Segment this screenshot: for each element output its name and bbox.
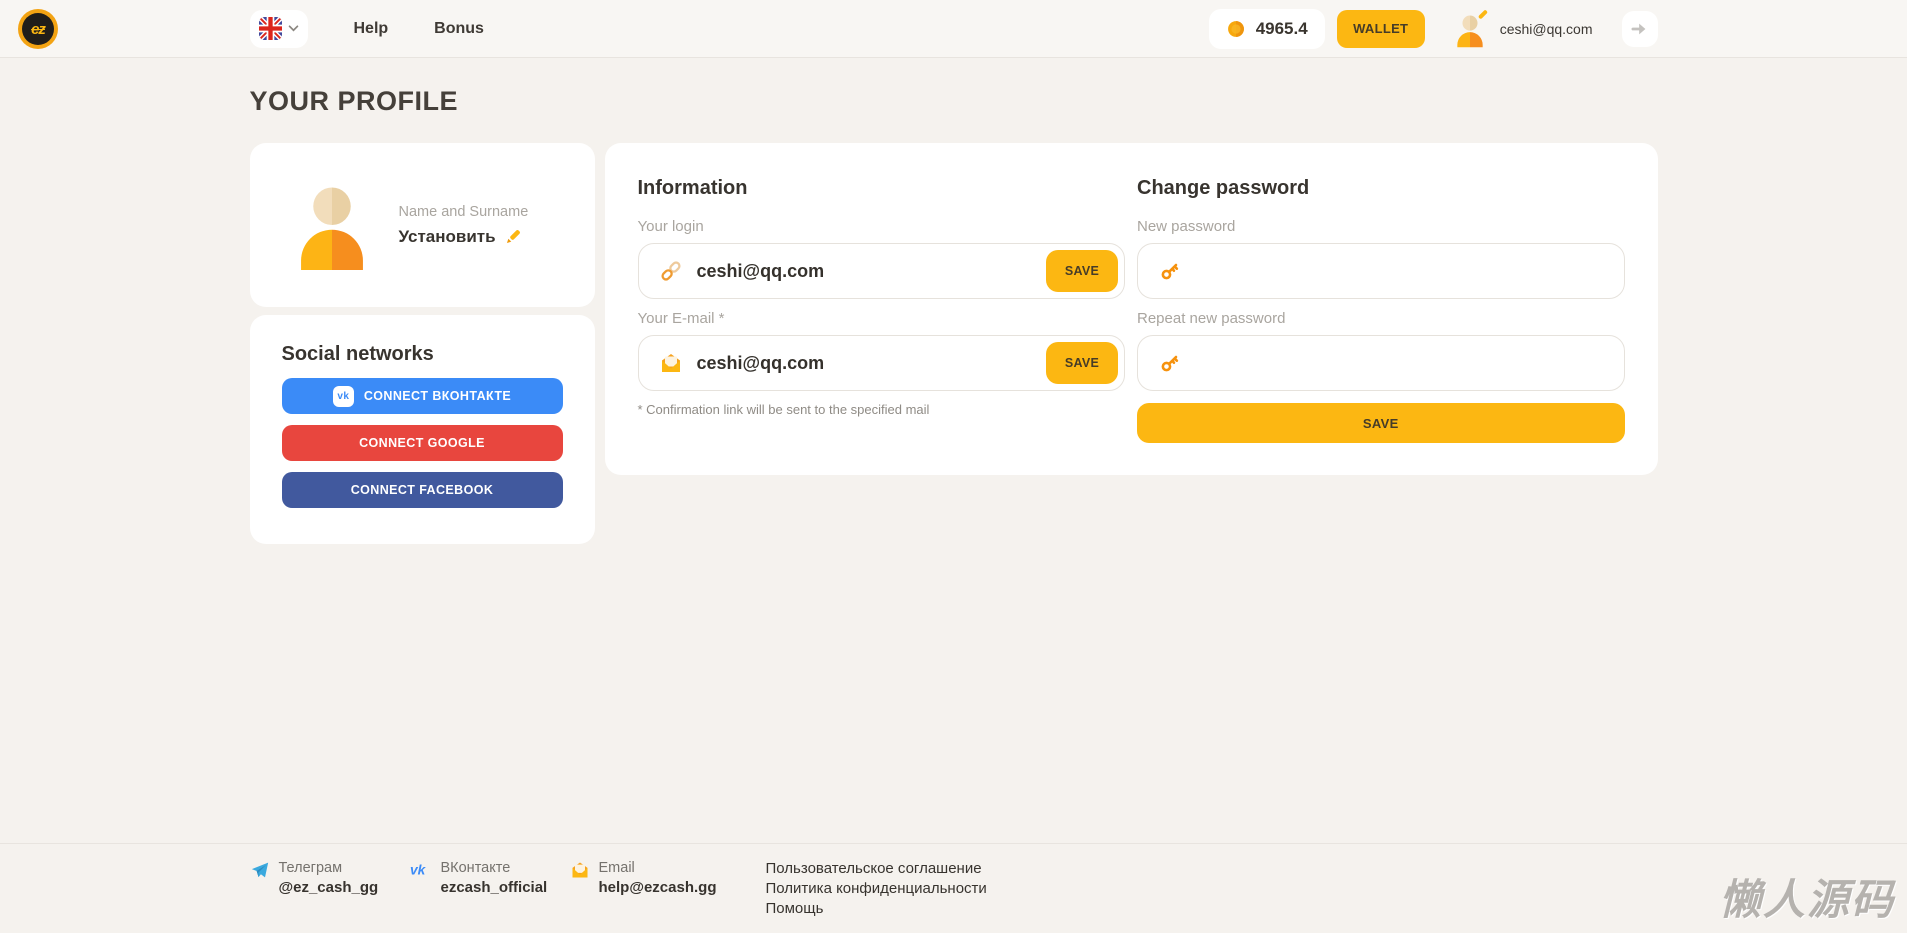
- password-save-button[interactable]: SAVE: [1137, 403, 1625, 443]
- language-selector[interactable]: [250, 10, 308, 48]
- login-input[interactable]: ceshi@qq.com SAVE: [638, 243, 1126, 299]
- link-icon: [659, 259, 683, 283]
- profile-avatar-icon: [287, 180, 377, 270]
- balance-value: 4965.4: [1256, 19, 1308, 39]
- telegram-handle[interactable]: @ez_cash_gg: [279, 879, 379, 896]
- chevron-down-icon: [288, 25, 299, 32]
- user-email: ceshi@qq.com: [1500, 21, 1593, 37]
- connect-google-button[interactable]: CONNECT GOOGLE: [282, 425, 563, 461]
- wallet-button[interactable]: WALLET: [1337, 10, 1425, 48]
- change-password-title: Change password: [1137, 177, 1625, 200]
- social-networks-card: Social networks vk CONNECT ВКОНТАКТЕ CON…: [250, 315, 595, 544]
- confirmation-note: * Confirmation link will be sent to the …: [638, 402, 1126, 417]
- set-name-link[interactable]: Установить: [399, 227, 496, 247]
- logo[interactable]: ez: [18, 9, 58, 49]
- email-value: ceshi@qq.com: [697, 353, 825, 374]
- change-password-section: Change password New password Repeat new …: [1137, 177, 1625, 475]
- information-title: Information: [638, 177, 1126, 200]
- link-user-agreement[interactable]: Пользовательское соглашение: [766, 860, 987, 877]
- email-save-button[interactable]: SAVE: [1046, 342, 1118, 384]
- login-label: Your login: [638, 218, 1126, 235]
- watermark: 懒人源码: [1719, 866, 1895, 927]
- vk-icon: vk: [410, 860, 432, 880]
- app: ez Help Bonu: [0, 0, 1907, 933]
- telegram-label: Телеграм: [279, 860, 379, 876]
- email-label: Email: [599, 860, 717, 876]
- login-save-button[interactable]: SAVE: [1046, 250, 1118, 292]
- vk-icon: vk: [333, 386, 354, 407]
- information-section: Information Your login ceshi@qq.com SAVE…: [638, 177, 1126, 475]
- connect-vkontakte-button[interactable]: vk CONNECT ВКОНТАКТЕ: [282, 378, 563, 414]
- new-password-label: New password: [1137, 218, 1625, 235]
- telegram-icon: [250, 860, 270, 880]
- settings-card: Information Your login ceshi@qq.com SAVE…: [605, 143, 1658, 475]
- nav-bonus[interactable]: Bonus: [434, 20, 484, 38]
- repeat-password-label: Repeat new password: [1137, 310, 1625, 327]
- social-title: Social networks: [282, 343, 563, 366]
- footer-email[interactable]: Email help@ezcash.gg: [570, 860, 748, 917]
- vk-label: ВКонтакте: [441, 860, 548, 876]
- link-help[interactable]: Помощь: [766, 900, 987, 917]
- logo-text: ez: [31, 21, 45, 38]
- logout-arrow-icon: [1630, 19, 1650, 39]
- edit-pencil-icon[interactable]: [504, 228, 522, 246]
- email-icon: [570, 860, 590, 880]
- login-value: ceshi@qq.com: [697, 261, 825, 282]
- logo-icon: ez: [22, 13, 54, 45]
- coin-icon: [1226, 19, 1246, 39]
- email-input[interactable]: ceshi@qq.com SAVE: [638, 335, 1126, 391]
- connect-facebook-label: CONNECT FACEBOOK: [351, 483, 494, 497]
- profile-card: Name and Surname Установить: [250, 143, 595, 307]
- page-title: YOUR PROFILE: [250, 86, 1658, 117]
- repeat-password-input[interactable]: [1196, 353, 1538, 374]
- footer-links: Пользовательское соглашение Политика кон…: [766, 860, 987, 917]
- user-avatar-icon: [1451, 10, 1489, 48]
- email-address[interactable]: help@ezcash.gg: [599, 879, 717, 896]
- connect-google-label: CONNECT GOOGLE: [359, 436, 485, 450]
- envelope-icon: [659, 351, 683, 375]
- footer-vkontakte[interactable]: vk ВКонтакте ezcash_official: [410, 860, 570, 917]
- header: ez Help Bonu: [0, 0, 1907, 58]
- key-icon: [1158, 259, 1182, 283]
- name-surname-label: Name and Surname: [399, 204, 529, 220]
- balance-pill: 4965.4: [1209, 9, 1325, 49]
- uk-flag-icon: [259, 17, 282, 40]
- new-password-input[interactable]: [1196, 261, 1538, 282]
- repeat-password-field[interactable]: [1137, 335, 1625, 391]
- new-password-field[interactable]: [1137, 243, 1625, 299]
- svg-text:vk: vk: [410, 863, 427, 878]
- logout-button[interactable]: [1622, 11, 1658, 47]
- email-label: Your E-mail *: [638, 310, 1126, 327]
- footer-telegram[interactable]: Телеграм @ez_cash_gg: [250, 860, 410, 917]
- vk-handle[interactable]: ezcash_official: [441, 879, 548, 896]
- user-menu[interactable]: ceshi@qq.com: [1451, 10, 1593, 48]
- footer: Телеграм @ez_cash_gg vk ВКонтакте ezcash…: [0, 843, 1907, 933]
- link-privacy-policy[interactable]: Политика конфиденциальности: [766, 880, 987, 897]
- connect-vkontakte-label: CONNECT ВКОНТАКТЕ: [364, 389, 511, 403]
- key-icon: [1158, 351, 1182, 375]
- main-content: YOUR PROFILE Name and Surname Установить: [250, 58, 1658, 544]
- connect-facebook-button[interactable]: CONNECT FACEBOOK: [282, 472, 563, 508]
- nav-help[interactable]: Help: [354, 20, 389, 38]
